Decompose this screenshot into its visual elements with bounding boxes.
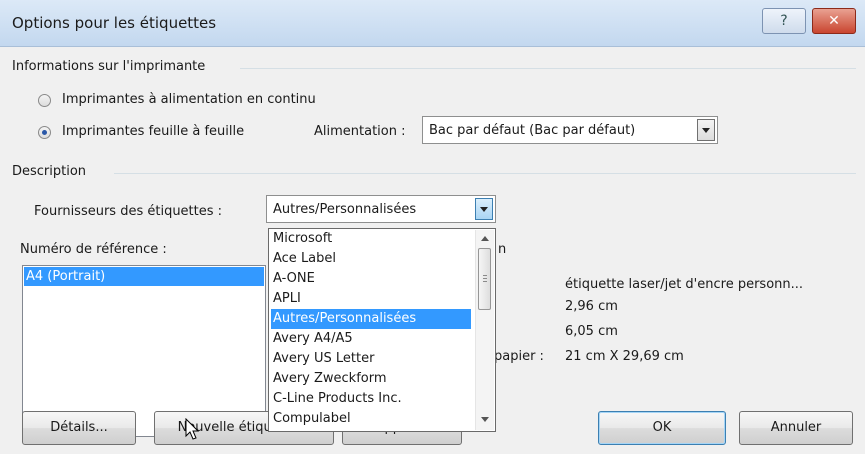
cancel-button[interactable]: Annuler <box>739 411 853 445</box>
info-paper-value: 21 cm X 29,69 cm <box>565 349 684 364</box>
list-item[interactable]: Avery Zweckform <box>271 369 471 389</box>
vendor-dropdown-list[interactable]: Microsoft Ace Label A-ONE APLI Autres/Pe… <box>268 228 496 432</box>
radio-page-printer[interactable] <box>38 126 51 139</box>
ref-label: Numéro de référence : <box>20 242 167 257</box>
description-heading: Description <box>12 164 87 179</box>
radio-continuous-label[interactable]: Imprimantes à alimentation en continu <box>62 92 316 107</box>
grip-line <box>483 275 487 276</box>
list-item[interactable]: Autres/Personnalisées <box>271 309 471 329</box>
info-type-value: étiquette laser/jet d'encre personn... <box>565 277 804 292</box>
list-item[interactable]: Compulabel <box>271 409 471 429</box>
scroll-up-icon[interactable] <box>481 236 489 241</box>
dropdown-scrollbar[interactable] <box>475 230 494 430</box>
list-item[interactable]: A4 (Portrait) <box>24 267 264 286</box>
radio-continuous[interactable] <box>38 94 51 107</box>
list-item[interactable]: Avery US Letter <box>271 349 471 369</box>
radio-page-label[interactable]: Imprimantes feuille à feuille <box>62 124 244 139</box>
details-button[interactable]: Détails... <box>22 411 136 445</box>
title-bar: Options pour les étiquettes ? ✕ <box>0 0 865 47</box>
ok-button[interactable]: OK <box>598 411 726 445</box>
grip-line <box>483 281 487 282</box>
tray-dropdown-button[interactable] <box>697 119 715 141</box>
tray-value: Bac par défaut (Bac par défaut) <box>429 123 636 138</box>
vendor-value: Autres/Personnalisées <box>273 202 417 217</box>
grip-line <box>483 278 487 279</box>
list-item[interactable]: A-ONE <box>271 269 471 289</box>
info-paper-label: papier : <box>494 349 544 364</box>
info-width-value: 6,05 cm <box>565 324 618 339</box>
close-button[interactable]: ✕ <box>812 8 856 34</box>
help-button[interactable]: ? <box>762 8 806 34</box>
vendor-label: Fournisseurs des étiquettes : <box>34 204 223 219</box>
divider <box>240 68 856 69</box>
vendor-select[interactable]: Autres/Personnalisées <box>266 195 496 223</box>
vendor-dropdown-button[interactable] <box>475 198 493 220</box>
mouse-cursor-icon <box>185 418 200 440</box>
tray-select[interactable]: Bac par défaut (Bac par défaut) <box>422 116 718 144</box>
list-item[interactable]: Microsoft <box>271 229 471 249</box>
window-title: Options pour les étiquettes <box>12 14 217 32</box>
tray-label: Alimentation : <box>314 124 406 139</box>
list-item[interactable]: Ace Label <box>271 249 471 269</box>
chevron-down-icon <box>702 128 710 133</box>
info-height-value: 2,96 cm <box>565 299 618 314</box>
printer-info-heading: Informations sur l'imprimante <box>12 59 206 74</box>
list-item[interactable]: Avery A4/A5 <box>271 329 471 349</box>
divider <box>114 173 856 174</box>
info-heading: n <box>498 242 507 257</box>
list-item[interactable]: C-Line Products Inc. <box>271 389 471 409</box>
list-item[interactable]: APLI <box>271 289 471 309</box>
scroll-thumb[interactable] <box>478 248 491 310</box>
chevron-down-icon <box>480 207 488 212</box>
scroll-down-icon[interactable] <box>481 417 489 422</box>
